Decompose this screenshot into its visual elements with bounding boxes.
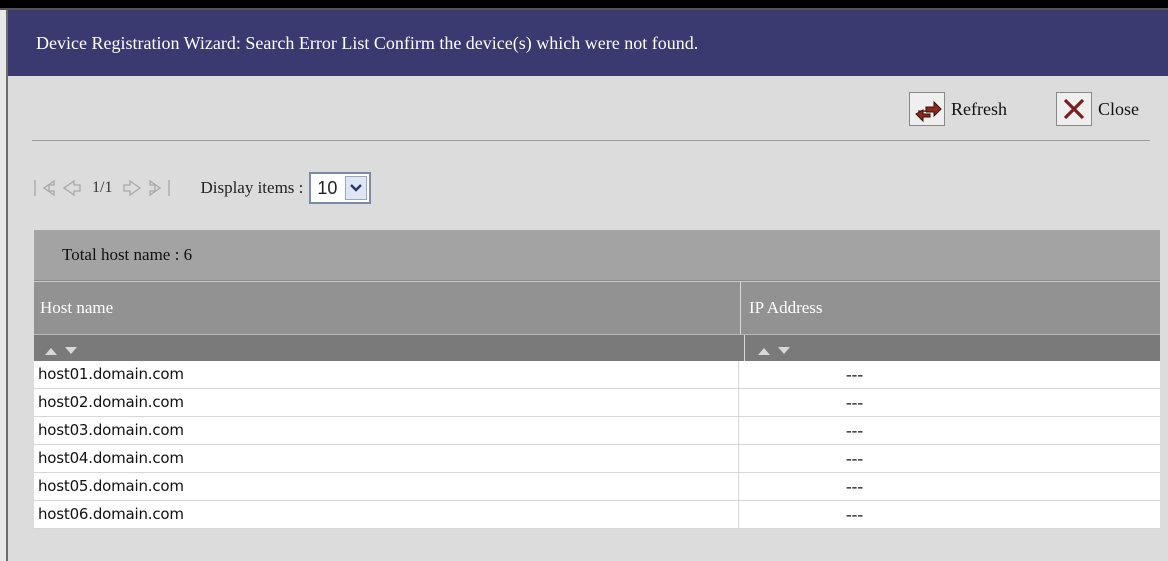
close-icon (1056, 92, 1092, 126)
next-page-icon[interactable] (120, 176, 146, 200)
table-row[interactable]: host02.domain.com --- (34, 389, 1160, 417)
ip-address-cell: --- (846, 421, 863, 440)
table-row[interactable]: host04.domain.com --- (34, 445, 1160, 473)
column-header-ip-address[interactable]: IP Address (741, 282, 1160, 334)
sort-descending-icon[interactable] (777, 343, 791, 354)
display-items-label: Display items : (200, 178, 304, 197)
display-items-select[interactable]: 10 (309, 172, 372, 204)
host-name-cell: host02.domain.com (34, 389, 739, 416)
sort-controls (34, 334, 1160, 361)
sort-descending-icon[interactable] (64, 343, 78, 354)
ip-address-cell: --- (846, 393, 863, 412)
pagination-bar: 1/1 Display items : 10 (32, 168, 372, 208)
refresh-label: Refresh (951, 98, 1007, 119)
sort-ascending-icon[interactable] (757, 343, 771, 355)
total-count: Total host name : 6 (34, 230, 1160, 281)
column-header-host-name[interactable]: Host name (34, 282, 741, 334)
refresh-button[interactable]: Refresh (909, 92, 1007, 126)
ip-address-cell: --- (846, 365, 863, 384)
table-header: Host name IP Address (34, 281, 1160, 334)
previous-page-icon[interactable] (58, 176, 84, 200)
host-name-cell: host01.domain.com (34, 361, 739, 388)
first-page-icon[interactable] (32, 176, 58, 200)
host-name-cell: host03.domain.com (34, 417, 739, 444)
last-page-icon[interactable] (146, 176, 172, 200)
host-table: Total host name : 6 Host name IP Address… (34, 230, 1160, 529)
chevron-down-icon[interactable] (345, 176, 368, 200)
host-name-cell: host04.domain.com (34, 445, 739, 472)
host-name-cell: host06.domain.com (34, 501, 739, 528)
ip-address-sort (745, 335, 1160, 361)
display-items-value: 10 (317, 177, 338, 198)
window-left-edge (0, 10, 8, 561)
dialog-title: Device Registration Wizard: Search Error… (8, 10, 1168, 76)
page-indicator: 1/1 (92, 179, 113, 196)
sort-ascending-icon[interactable] (44, 343, 58, 355)
ip-address-cell: --- (846, 449, 863, 468)
toolbar: Refresh Close (8, 76, 1168, 140)
table-row[interactable]: host05.domain.com --- (34, 473, 1160, 501)
host-name-sort (34, 335, 745, 361)
host-name-cell: host05.domain.com (34, 473, 739, 500)
ip-address-cell: --- (846, 505, 863, 524)
top-strip (0, 0, 1168, 10)
ip-address-cell: --- (846, 477, 863, 496)
toolbar-separator (32, 140, 1150, 141)
table-row[interactable]: host06.domain.com --- (34, 501, 1160, 529)
refresh-icon (909, 92, 945, 126)
close-label: Close (1098, 98, 1140, 119)
table-row[interactable]: host03.domain.com --- (34, 417, 1160, 445)
table-row[interactable]: host01.domain.com --- (34, 361, 1160, 389)
table-body: host01.domain.com --- host02.domain.com … (34, 361, 1160, 529)
close-button[interactable]: Close (1056, 92, 1139, 126)
